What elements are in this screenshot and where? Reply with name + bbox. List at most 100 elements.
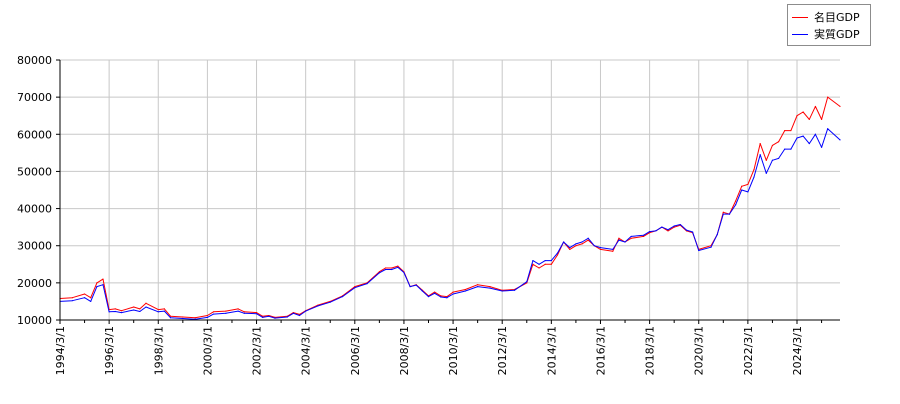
data-point-1-11 bbox=[145, 306, 147, 308]
gdp-line-chart: 10000 20000 30000 40000 50000 60000 70000 80000… bbox=[0, 0, 900, 400]
data-point-1-78 bbox=[691, 231, 694, 233]
x-tick-label: 2012/3/1 bbox=[496, 326, 509, 375]
data-point-0-37 bbox=[391, 267, 393, 269]
data-point-0-49 bbox=[477, 284, 479, 286]
data-point-1-6 bbox=[108, 311, 110, 313]
data-point-1-71 bbox=[649, 231, 651, 233]
data-point-1-53 bbox=[526, 281, 528, 283]
data-point-0-65 bbox=[599, 248, 602, 251]
data-point-1-57 bbox=[550, 259, 552, 262]
data-point-1-86 bbox=[747, 191, 749, 193]
y-tick-label: 60000 bbox=[17, 128, 52, 141]
data-point-1-61 bbox=[575, 243, 577, 245]
data-point-1-65 bbox=[599, 246, 602, 249]
data-point-0-99 bbox=[827, 96, 829, 98]
data-point-0-17 bbox=[206, 314, 209, 317]
data-point-0-4 bbox=[96, 282, 98, 284]
data-point-0-87 bbox=[753, 168, 755, 171]
data-point-0-69 bbox=[630, 237, 632, 239]
data-point-0-60 bbox=[569, 248, 571, 251]
data-point-0-67 bbox=[618, 237, 620, 239]
data-point-1-20 bbox=[237, 310, 239, 312]
data-point-0-88 bbox=[759, 142, 761, 145]
data-point-1-64 bbox=[593, 245, 595, 247]
data-point-0-63 bbox=[587, 239, 589, 241]
data-point-0-5 bbox=[102, 278, 104, 280]
data-point-0-93 bbox=[790, 129, 792, 132]
data-point-1-44 bbox=[434, 292, 436, 294]
data-point-0-3 bbox=[90, 297, 92, 299]
data-point-1-26 bbox=[286, 316, 288, 318]
data-point-0-85 bbox=[741, 185, 743, 187]
data-point-0-94 bbox=[796, 115, 798, 117]
data-point-0-62 bbox=[581, 243, 583, 245]
data-point-0-22 bbox=[255, 311, 258, 314]
data-point-0-9 bbox=[133, 306, 135, 308]
data-point-0-98 bbox=[820, 118, 823, 121]
data-point-0-74 bbox=[667, 230, 669, 232]
y-tick-label: 20000 bbox=[17, 277, 52, 290]
data-point-1-100 bbox=[839, 139, 841, 141]
data-point-0-61 bbox=[575, 245, 577, 247]
data-point-0-70 bbox=[642, 235, 645, 238]
data-point-0-15 bbox=[182, 316, 184, 318]
data-point-0-33 bbox=[354, 285, 356, 288]
data-point-1-70 bbox=[642, 234, 645, 236]
data-point-1-46 bbox=[446, 297, 448, 299]
data-point-1-33 bbox=[354, 287, 356, 289]
data-point-0-10 bbox=[139, 308, 141, 310]
data-point-1-75 bbox=[673, 225, 675, 227]
data-point-0-36 bbox=[384, 267, 387, 269]
x-tick-label: 2004/3/1 bbox=[300, 326, 313, 375]
data-point-1-18 bbox=[212, 313, 215, 315]
data-point-1-62 bbox=[581, 241, 583, 243]
data-point-0-8 bbox=[120, 310, 123, 312]
data-point-1-7 bbox=[114, 310, 116, 313]
legend-item-real-gdp: 実質GDP bbox=[792, 26, 860, 42]
data-point-1-83 bbox=[728, 213, 731, 215]
data-point-1-98 bbox=[820, 146, 823, 148]
data-point-1-93 bbox=[790, 148, 792, 150]
data-point-0-16 bbox=[194, 317, 196, 319]
data-point-1-72 bbox=[655, 230, 657, 232]
data-point-0-50 bbox=[489, 285, 491, 288]
data-point-1-67 bbox=[618, 239, 620, 241]
data-point-1-79 bbox=[698, 249, 700, 252]
data-point-0-1 bbox=[71, 297, 73, 299]
data-point-0-21 bbox=[243, 311, 245, 313]
data-point-1-91 bbox=[777, 157, 780, 160]
data-point-0-18 bbox=[212, 311, 215, 313]
data-point-1-68 bbox=[624, 241, 626, 243]
data-point-1-97 bbox=[814, 133, 817, 135]
chart-canvas: 10000 20000 30000 40000 50000 60000 70000 80000… bbox=[17, 54, 841, 375]
data-point-1-80 bbox=[710, 246, 712, 248]
data-point-1-94 bbox=[796, 137, 798, 139]
data-point-1-63 bbox=[587, 237, 589, 239]
data-point-1-15 bbox=[182, 317, 184, 320]
data-point-1-59 bbox=[563, 241, 565, 243]
data-point-0-20 bbox=[237, 308, 239, 310]
data-point-1-43 bbox=[427, 296, 430, 298]
data-point-0-13 bbox=[163, 308, 166, 310]
data-point-1-1 bbox=[71, 300, 73, 302]
data-point-0-48 bbox=[464, 288, 466, 291]
data-point-0-66 bbox=[612, 250, 614, 252]
data-point-1-30 bbox=[317, 305, 319, 307]
data-point-1-55 bbox=[538, 263, 540, 265]
legend-swatch-real bbox=[792, 33, 808, 35]
plot-area bbox=[60, 60, 840, 320]
data-point-0-54 bbox=[532, 263, 534, 265]
data-point-1-47 bbox=[452, 293, 454, 295]
x-tick-label: 1996/3/1 bbox=[103, 326, 116, 375]
x-tick-label: 2016/3/1 bbox=[594, 326, 607, 375]
data-point-1-35 bbox=[378, 272, 380, 274]
data-point-1-52 bbox=[513, 289, 516, 291]
x-tick-label: 1998/3/1 bbox=[152, 326, 165, 375]
data-point-1-95 bbox=[802, 135, 804, 137]
data-point-1-73 bbox=[661, 226, 663, 228]
data-point-1-69 bbox=[630, 235, 632, 238]
data-point-1-58 bbox=[556, 252, 559, 254]
data-point-1-28 bbox=[298, 314, 301, 317]
data-point-1-3 bbox=[90, 300, 92, 303]
data-point-1-60 bbox=[569, 246, 571, 249]
